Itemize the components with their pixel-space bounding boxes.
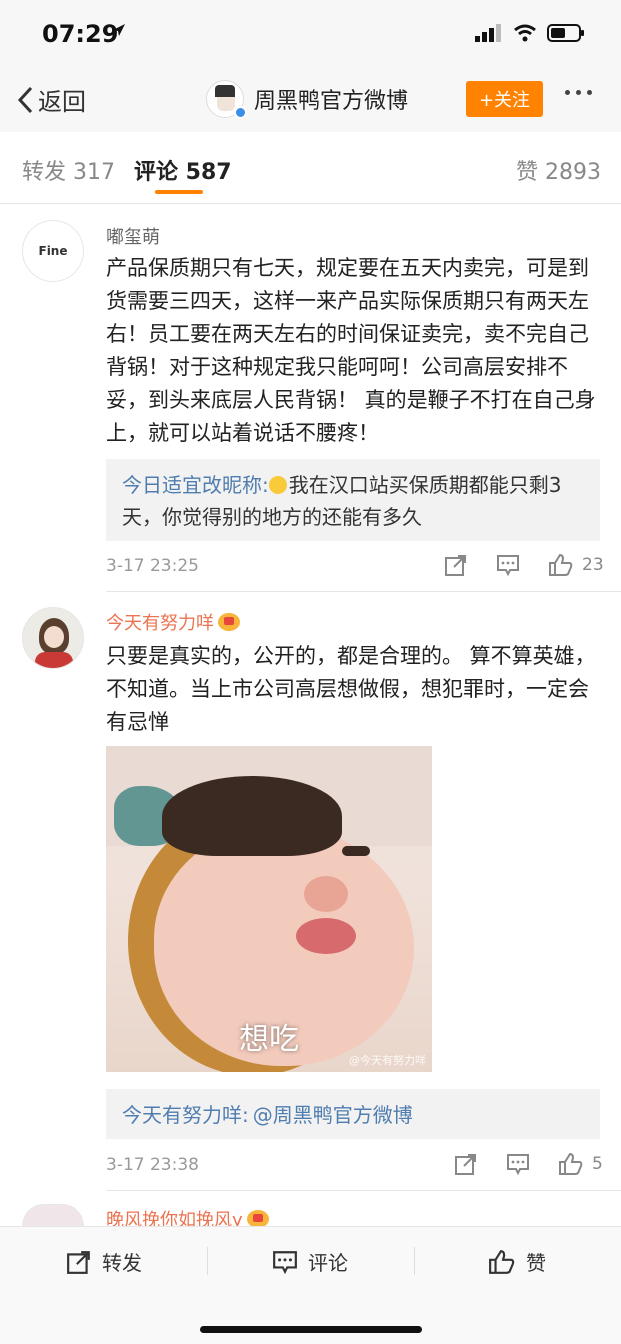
tab-like[interactable]: 赞 2893 <box>516 154 601 186</box>
comment-username[interactable]: 晚风挽你如挽风y <box>106 1206 269 1226</box>
divider <box>207 1247 208 1275</box>
back-label: 返回 <box>38 88 86 116</box>
crown-badge-icon <box>218 613 240 631</box>
reply-box[interactable]: 今天有努力咩: @周黑鸭官方微博 <box>106 1089 600 1139</box>
comment-icon <box>273 1250 297 1274</box>
back-button[interactable]: 返回 <box>16 82 86 117</box>
nav-bar: 返回 周黑鸭官方微博 +关注 <box>0 68 621 132</box>
comment-username[interactable]: 嘟玺萌 <box>106 223 160 249</box>
share-icon[interactable] <box>444 553 468 577</box>
comment-label: 评论 <box>308 1251 348 1275</box>
page-title: 周黑鸭官方微博 <box>254 89 409 114</box>
divider <box>414 1247 415 1275</box>
like-button[interactable]: 赞 <box>488 1247 546 1276</box>
avatar-label: Fine <box>38 244 68 258</box>
comment-time: 3-17 23:38 <box>106 1155 199 1175</box>
status-indicators <box>475 24 585 42</box>
thumbs-up-icon[interactable] <box>558 1152 584 1176</box>
more-icon[interactable] <box>565 90 592 95</box>
divider <box>106 1190 621 1191</box>
avatar[interactable] <box>22 607 84 669</box>
comment-icon[interactable] <box>506 1152 530 1176</box>
image-watermark: @今天有努力咩 <box>349 1054 426 1067</box>
status-time: 07:29 <box>42 20 119 48</box>
username-text: 晚风挽你如挽风y <box>106 1210 243 1226</box>
active-tab-indicator <box>155 190 203 194</box>
repost-button[interactable]: 转发 <box>66 1247 142 1276</box>
reply-username[interactable]: 今日适宜改昵称: <box>122 473 269 497</box>
like-label: 赞 <box>526 1251 546 1275</box>
reply-username[interactable]: 今天有努力咩: <box>122 1103 249 1127</box>
repost-label: 转发 <box>102 1251 142 1275</box>
home-indicator[interactable] <box>200 1326 422 1333</box>
share-icon[interactable] <box>454 1152 478 1176</box>
tab-repost[interactable]: 转发 317 <box>22 154 115 186</box>
wifi-icon <box>514 24 536 42</box>
comment-actions: 5 <box>454 1152 603 1176</box>
signal-icon <box>475 24 501 42</box>
smile-emoji-icon <box>268 476 287 494</box>
verified-badge-icon <box>234 106 247 119</box>
comment-image[interactable]: 想吃 @今天有努力咩 <box>106 746 432 1072</box>
tab-bar: 转发 317 评论 587 赞 2893 <box>0 132 621 204</box>
comment-actions: 23 <box>444 553 604 577</box>
crown-badge-icon <box>246 1210 269 1226</box>
share-icon <box>67 1250 90 1274</box>
like-count: 23 <box>582 555 604 575</box>
comment-button[interactable]: 评论 <box>272 1247 348 1276</box>
battery-icon <box>547 24 584 42</box>
reply-mention[interactable]: @周黑鸭官方微博 <box>253 1103 413 1127</box>
comment-icon[interactable] <box>496 553 520 577</box>
thumbs-up-icon[interactable] <box>548 553 574 577</box>
status-bar: 07:29 <box>0 0 621 68</box>
reply-box[interactable]: 今日适宜改昵称: 我在汉口站买保质期都能只剩3天，你觉得别的地方的还能有多久 <box>106 459 600 541</box>
avatar[interactable] <box>22 1204 84 1226</box>
divider <box>106 591 621 592</box>
comment-text: 只要是真实的，公开的，都是合理的。 算不算英雄，不知道。当上市公司高层想做假，想… <box>106 644 596 734</box>
like-count: 5 <box>592 1154 603 1174</box>
follow-button[interactable]: +关注 <box>466 81 543 117</box>
thumbs-up-icon <box>489 1249 515 1274</box>
username-text: 今天有努力咩 <box>106 613 214 634</box>
comment-username[interactable]: 今天有努力咩 <box>106 609 240 635</box>
location-icon <box>113 24 125 36</box>
tab-comment[interactable]: 评论 587 <box>134 154 232 186</box>
avatar[interactable]: Fine <box>22 220 84 282</box>
comment-time: 3-17 23:25 <box>106 556 199 576</box>
comment-text: 产品保质期只有七天，规定要在五天内卖完，可是到货需要三四天，这样一来产品实际保质… <box>106 256 596 445</box>
chevron-left-icon <box>17 86 33 113</box>
